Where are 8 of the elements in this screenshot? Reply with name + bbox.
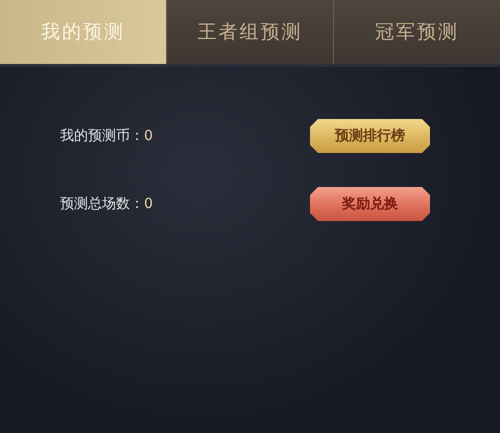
stat-value: 0: [144, 196, 153, 212]
tab[interactable]: 冠军预测: [334, 0, 500, 64]
tab[interactable]: 王者组预测: [167, 0, 334, 64]
action-button[interactable]: 奖励兑换: [310, 187, 430, 221]
stat-label: 我的预测币：: [60, 127, 144, 145]
stat-value: 0: [144, 128, 153, 144]
stat-label: 预测总场数：: [60, 195, 144, 213]
action-button[interactable]: 预测排行榜: [310, 119, 430, 153]
